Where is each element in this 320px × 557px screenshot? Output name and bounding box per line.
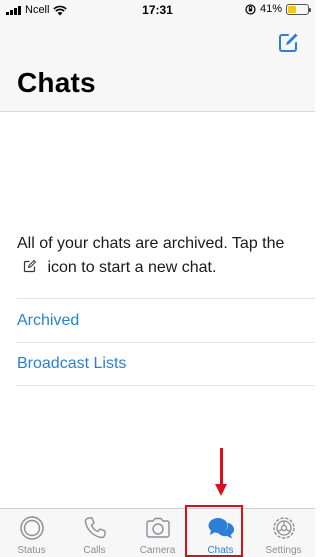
compose-icon — [279, 33, 298, 52]
archived-message: All of your chats are archived. Tap the … — [17, 232, 307, 280]
tab-label: Chats — [207, 545, 234, 556]
tab-label: Settings — [265, 545, 302, 556]
message-text-start: All of your chats are archived. Tap the — [17, 235, 285, 252]
tab-label: Calls — [83, 545, 106, 556]
camera-icon — [145, 517, 170, 538]
archived-link[interactable]: Archived — [17, 298, 315, 342]
tab-status[interactable]: Status — [0, 509, 63, 557]
orientation-lock-icon — [245, 3, 256, 15]
battery-percent: 41% — [259, 3, 282, 15]
tab-settings[interactable]: Settings — [252, 509, 315, 557]
gear-icon — [272, 517, 295, 539]
status-bar: Ncell 17:31 41% — [0, 0, 315, 20]
nav-header: Chats — [0, 20, 315, 112]
broadcast-lists-link[interactable]: Broadcast Lists — [17, 342, 315, 386]
annotation-arrow-line — [220, 448, 223, 488]
tab-chats[interactable]: Chats — [189, 509, 252, 557]
tab-label: Status — [17, 545, 46, 556]
battery-icon — [286, 3, 311, 15]
tab-calls[interactable]: Calls — [63, 509, 126, 557]
tab-camera[interactable]: Camera — [126, 509, 189, 557]
status-icon — [19, 516, 44, 540]
compose-button[interactable] — [277, 30, 301, 54]
phone-icon — [84, 517, 106, 539]
annotation-arrow-head — [215, 484, 227, 496]
tab-label: Camera — [139, 545, 176, 556]
chat-bubbles-icon — [208, 518, 234, 539]
message-text-end: icon to start a new chat. — [47, 259, 217, 276]
status-right: 41% — [245, 3, 311, 15]
chat-list-area: All of your chats are archived. Tap the … — [0, 112, 315, 508]
battery-level — [288, 5, 296, 13]
inline-compose-icon — [23, 257, 37, 273]
page-title: Chats — [17, 67, 96, 98]
options-list: Archived Broadcast Lists — [0, 298, 315, 386]
tab-bar: Status Calls Camera Chats Settings — [0, 508, 315, 557]
